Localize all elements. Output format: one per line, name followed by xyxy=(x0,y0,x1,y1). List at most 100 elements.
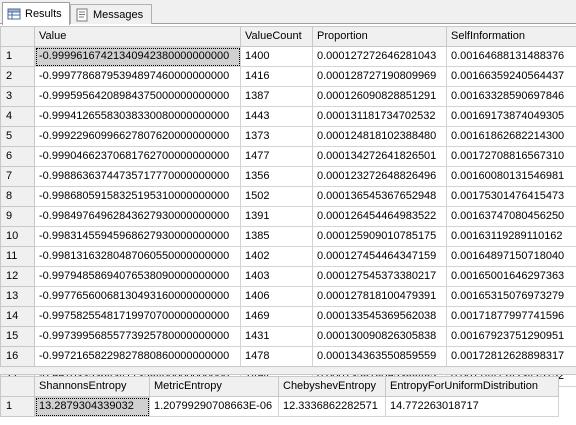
cell-valuecount[interactable]: 1400 xyxy=(240,46,313,67)
row-number[interactable]: 7 xyxy=(0,166,35,187)
cell-proportion[interactable]: 0.000124818102388480 xyxy=(312,126,447,147)
cell-entropyforuniform[interactable]: 14.772263018717 xyxy=(385,396,559,417)
cell-chebyshoventropy[interactable]: 12.3336862282571 xyxy=(278,396,386,417)
column-header-valuecount[interactable]: ValueCount xyxy=(240,26,313,47)
row-number[interactable]: 3 xyxy=(0,86,35,107)
cell-value[interactable]: -0.99959564208984375000000000000 xyxy=(34,86,241,107)
cell-proportion[interactable]: 0.000130090826305838 xyxy=(312,326,447,347)
cell-selfinformation[interactable]: 0.00165001646297363 xyxy=(446,266,576,287)
cell-value[interactable]: -0.99794858694076538090000000000 xyxy=(34,266,241,287)
cell-proportion[interactable]: 0.000128727190809969 xyxy=(312,66,447,87)
row-number[interactable]: 6 xyxy=(0,146,35,167)
cell-value[interactable]: -0.99977868795394897460000000000 xyxy=(34,66,241,87)
table-row[interactable]: 5 -0.99922960996627807620000000000 1373 0.0… xyxy=(0,126,576,147)
cell-selfinformation[interactable]: 0.00160080131546981 xyxy=(446,166,576,187)
cell-selfinformation[interactable]: 0.00164688131488376 xyxy=(446,46,576,67)
cell-valuecount[interactable]: 1416 xyxy=(240,66,313,87)
table-row[interactable]: 12 -0.99794858694076538090000000000 1403 0.… xyxy=(0,266,576,287)
row-number[interactable]: 14 xyxy=(0,306,35,327)
tab-results[interactable]: Results xyxy=(2,2,70,25)
cell-value[interactable]: -0.99849764962843627930000000000 xyxy=(34,206,241,227)
row-number[interactable]: 15 xyxy=(0,326,35,347)
grid1-corner-header[interactable] xyxy=(0,26,35,47)
table-row[interactable]: 7 -0.99886363744735717770000000000 1356 0.0… xyxy=(0,166,576,187)
column-header-value[interactable]: Value xyxy=(34,26,241,47)
table-row[interactable]: 16 -0.99721658229827880860000000000 1478 0.… xyxy=(0,346,576,367)
cell-value[interactable]: -0.99868059158325195310000000000 xyxy=(34,186,241,207)
table-row[interactable]: 2 -0.99977868795394897460000000000 1416 0.0… xyxy=(0,66,576,87)
cell-valuecount[interactable]: 1406 xyxy=(240,286,313,307)
column-header-shannonsentropy[interactable]: ShannonsEntropy xyxy=(34,376,150,397)
cell-value[interactable]: -0.99739956855773925780000000000 xyxy=(34,326,241,347)
cell-valuecount[interactable]: 1477 xyxy=(240,146,313,167)
cell-proportion[interactable]: 0.000126090828851291 xyxy=(312,86,447,107)
cell-proportion[interactable]: 0.000134272641826501 xyxy=(312,146,447,167)
cell-selfinformation[interactable]: 0.00167923751290951 xyxy=(446,326,576,347)
column-header-proportion[interactable]: Proportion xyxy=(312,26,447,47)
table-row[interactable]: 1 13.2879304339032 1.20799290708663E-06 12.… xyxy=(0,396,559,417)
cell-valuecount[interactable]: 1402 xyxy=(240,246,313,267)
cell-value[interactable]: -0.99886363744735717770000000000 xyxy=(34,166,241,187)
row-number[interactable]: 1 xyxy=(0,396,35,417)
row-number[interactable]: 5 xyxy=(0,126,35,147)
row-number[interactable]: 10 xyxy=(0,226,35,247)
cell-value[interactable]: -0.99758255481719970700000000000 xyxy=(34,306,241,327)
cell-selfinformation[interactable]: 0.00163747080456250 xyxy=(446,206,576,227)
cell-valuecount[interactable]: 1373 xyxy=(240,126,313,147)
cell-value[interactable]: -0.99941265583038330080000000000 xyxy=(34,106,241,127)
cell-selfinformation[interactable]: 0.00166359240564437 xyxy=(446,66,576,87)
row-number[interactable]: 2 xyxy=(0,66,35,87)
table-row[interactable]: 15 -0.99739956855773925780000000000 1431 0.… xyxy=(0,326,576,347)
cell-valuecount[interactable]: 1443 xyxy=(240,106,313,127)
cell-value[interactable]: -0.99721658229827880860000000000 xyxy=(34,346,241,367)
cell-value[interactable]: -0.99831455945968627930000000000 xyxy=(34,226,241,247)
grid2-corner-header[interactable] xyxy=(0,376,35,397)
table-row[interactable]: 10 -0.99831455945968627930000000000 1385 0.… xyxy=(0,226,576,247)
cell-valuecount[interactable]: 1469 xyxy=(240,306,313,327)
cell-proportion[interactable]: 0.000134363550859559 xyxy=(312,346,447,367)
row-number[interactable]: 4 xyxy=(0,106,35,127)
tab-messages[interactable]: Messages xyxy=(70,4,152,24)
table-row[interactable]: 9 -0.99849764962843627930000000000 1391 0.0… xyxy=(0,206,576,227)
row-number[interactable]: 13 xyxy=(0,286,35,307)
cell-selfinformation[interactable]: 0.00175301476415473 xyxy=(446,186,576,207)
results-grid-1[interactable]: Value ValueCount Proportion SelfInformat… xyxy=(0,26,576,387)
cell-selfinformation[interactable]: 0.00172708816567310 xyxy=(446,146,576,167)
cell-shannonsentropy[interactable]: 13.2879304339032 xyxy=(34,396,150,417)
results-grid-2[interactable]: ShannonsEntropy MetricEntropy ChebyshevE… xyxy=(0,376,559,417)
cell-valuecount[interactable]: 1403 xyxy=(240,266,313,287)
table-row[interactable]: 14 -0.99758255481719970700000000000 1469 0.… xyxy=(0,306,576,327)
column-header-entropyforuniform[interactable]: EntropyForUniformDistribution xyxy=(385,376,559,397)
row-number[interactable]: 16 xyxy=(0,346,35,367)
cell-selfinformation[interactable]: 0.00163119289110162 xyxy=(446,226,576,247)
cell-proportion[interactable]: 0.000127272646281043 xyxy=(312,46,447,67)
cell-proportion[interactable]: 0.000131181734702532 xyxy=(312,106,447,127)
results-splitter[interactable] xyxy=(0,366,576,375)
cell-proportion[interactable]: 0.000123272648826496 xyxy=(312,166,447,187)
cell-valuecount[interactable]: 1387 xyxy=(240,86,313,107)
table-row[interactable]: 4 -0.99941265583038330080000000000 1443 0.0… xyxy=(0,106,576,127)
column-header-chebyshoventropy[interactable]: ChebyshevEntropy xyxy=(278,376,386,397)
cell-valuecount[interactable]: 1391 xyxy=(240,206,313,227)
cell-proportion[interactable]: 0.000125909010785175 xyxy=(312,226,447,247)
row-number[interactable]: 9 xyxy=(0,206,35,227)
cell-valuecount[interactable]: 1502 xyxy=(240,186,313,207)
cell-proportion[interactable]: 0.000136545367652948 xyxy=(312,186,447,207)
cell-valuecount[interactable]: 1478 xyxy=(240,346,313,367)
row-number[interactable]: 8 xyxy=(0,186,35,207)
cell-value[interactable]: -0.99776560068130493160000000000 xyxy=(34,286,241,307)
cell-value[interactable]: -0.99813163280487060550000000000 xyxy=(34,246,241,267)
cell-selfinformation[interactable]: 0.00161862682214300 xyxy=(446,126,576,147)
cell-value[interactable]: -0.99904662370681762700000000000 xyxy=(34,146,241,167)
cell-valuecount[interactable]: 1356 xyxy=(240,166,313,187)
cell-selfinformation[interactable]: 0.00164897150718040 xyxy=(446,246,576,267)
cell-value[interactable]: -0.99922960996627807620000000000 xyxy=(34,126,241,147)
table-row[interactable]: 8 -0.99868059158325195310000000000 1502 0.0… xyxy=(0,186,576,207)
cell-selfinformation[interactable]: 0.00163328590697846 xyxy=(446,86,576,107)
table-row[interactable]: 13 -0.99776560068130493160000000000 1406 0.… xyxy=(0,286,576,307)
table-row[interactable]: 11 -0.99813163280487060550000000000 1402 0.… xyxy=(0,246,576,267)
row-number[interactable]: 12 xyxy=(0,266,35,287)
table-row[interactable]: 3 -0.99959564208984375000000000000 1387 0.0… xyxy=(0,86,576,107)
cell-value[interactable]: -0.99996167421340942380000000000 xyxy=(34,46,241,67)
cell-proportion[interactable]: 0.000127545373380217 xyxy=(312,266,447,287)
